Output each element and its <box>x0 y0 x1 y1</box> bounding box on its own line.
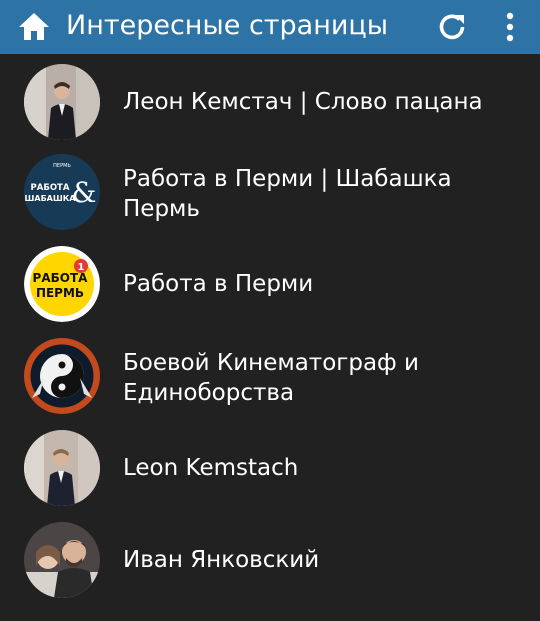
svg-text:1: 1 <box>78 262 85 273</box>
svg-text:РАБОТА: РАБОТА <box>33 271 89 285</box>
page-title: Интересные страницы <box>66 10 389 41</box>
svg-text:ПЕРМЬ: ПЕРМЬ <box>53 163 71 169</box>
person-photo-icon <box>24 430 100 506</box>
avatar <box>24 522 100 598</box>
list-item-label: Иван Янковский <box>123 547 320 573</box>
svg-text:ПЕРМЬ: ПЕРМЬ <box>36 286 84 300</box>
list-item-label: Leon Kemstach <box>123 455 299 481</box>
avatar: ПЕРМЬ РАБОТА ШАБАШКА & <box>24 154 100 230</box>
avatar <box>24 430 100 506</box>
logo-icon: ПЕРМЬ РАБОТА ШАБАШКА & <box>24 154 100 230</box>
list-item[interactable]: Иван Янковский <box>0 520 540 600</box>
yin-yang-logo-icon <box>24 338 100 414</box>
list-item[interactable]: Леон Кемстач | Слово пацана <box>0 62 540 142</box>
app-bar: Интересные страницы <box>0 0 540 54</box>
avatar <box>24 338 100 414</box>
avatar <box>24 64 100 140</box>
list-item[interactable]: Leon Kemstach <box>0 430 540 510</box>
list-item-label: Боевой Кинематограф и Единоборства <box>123 350 419 406</box>
list-item[interactable]: РАБОТА ПЕРМЬ 1 Работа в Перми <box>0 246 540 326</box>
list-item-label: Леон Кемстач | Слово пацана <box>123 89 483 115</box>
svg-text:ШАБАШКА: ШАБАШКА <box>25 194 77 203</box>
list-item[interactable]: Боевой Кинематограф и Единоборства <box>0 336 540 416</box>
svg-text:РАБОТА: РАБОТА <box>31 183 70 193</box>
logo-icon: РАБОТА ПЕРМЬ 1 <box>24 246 100 322</box>
list-item-label: Работа в Перми | Шабашка Пермь <box>123 166 452 222</box>
svg-text:&: & <box>72 176 97 209</box>
avatar: РАБОТА ПЕРМЬ 1 <box>24 246 100 322</box>
home-icon[interactable] <box>18 11 50 41</box>
list-item[interactable]: ПЕРМЬ РАБОТА ШАБАШКА & Работа в Перми | … <box>0 152 540 232</box>
couple-photo-icon <box>24 522 100 598</box>
list-item-label: Работа в Перми <box>123 271 314 297</box>
person-photo-icon <box>24 64 100 140</box>
more-vertical-icon[interactable] <box>502 11 518 43</box>
refresh-icon[interactable] <box>436 11 468 43</box>
